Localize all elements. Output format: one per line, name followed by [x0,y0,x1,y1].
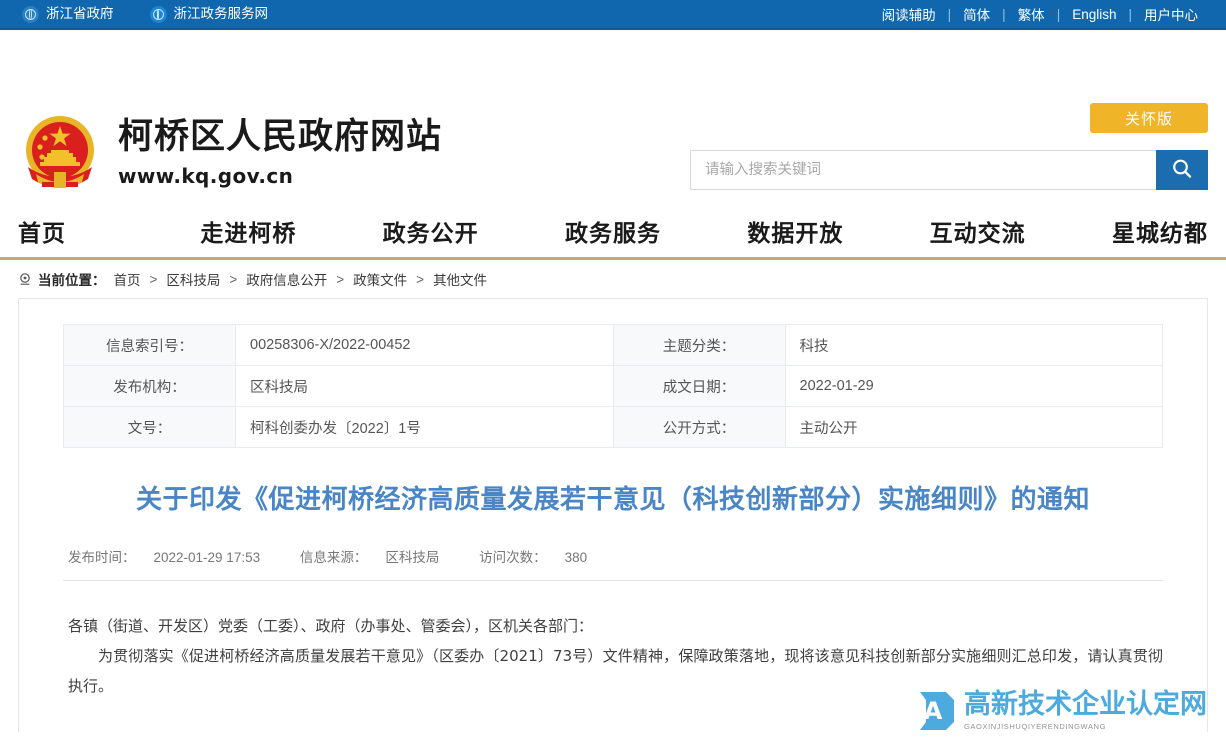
info-label-disclosure-method: 公开方式： [612,406,786,448]
main-navigation: 首页 走进柯桥 政务公开 政务服务 数据开放 互动交流 星城纺都 [0,205,1226,260]
info-label-issuing-agency: 发布机构： [63,365,236,407]
nav-item-home[interactable]: 首页 [18,214,200,248]
info-label-index-number: 信息索引号： [63,324,236,366]
top-link-zhejiang-gov[interactable]: 浙江省政府 [22,5,114,23]
meta-publish-time: 发布时间： 2022-01-29 17:53 [68,549,261,565]
breadcrumb-item-sti-bureau[interactable]: 区科技局 [166,269,220,289]
nav-item-about-keqiao[interactable]: 走进柯桥 [200,214,382,248]
globe-icon [22,5,39,23]
top-link-reading-aid[interactable]: 阅读辅助 [870,4,948,24]
top-link-zhejiang-service[interactable]: 浙江政务服务网 [149,5,269,23]
info-value-document-date: 2022-01-29 [784,365,1163,407]
top-link-simplified[interactable]: 简体 [951,4,1002,24]
breadcrumb-item-policy-docs[interactable]: 政策文件 [353,269,407,289]
info-value-disclosure-method: 主动公开 [784,406,1163,448]
table-row: 文号： 柯科创委办发〔2022〕1号 公开方式： 主动公开 [63,406,1163,448]
content-card-inner: 信息索引号： 00258306-X/2022-00452 主题分类： 科技 发布… [19,299,1207,701]
search-input[interactable] [690,150,1156,190]
info-label-document-number: 文号： [63,406,236,448]
breadcrumb-arrow: > [229,271,238,287]
meta-source: 信息来源： 区科技局 [299,549,440,565]
top-link-label: 浙江省政府 [46,6,114,22]
breadcrumb-arrow: > [336,271,345,287]
top-link-user-center[interactable]: 用户中心 [1132,4,1210,24]
top-link-traditional[interactable]: 繁体 [1006,4,1057,24]
nav-item-government-affairs[interactable]: 政务公开 [383,214,565,248]
top-bar-right-links: 阅读辅助 | 简体 | 繁体 | English | 用户中心 [870,4,1210,24]
breadcrumb-item-other-docs[interactable]: 其他文件 [433,269,487,289]
nav-item-government-services[interactable]: 政务服务 [565,214,747,248]
content-card: 信息索引号： 00258306-X/2022-00452 主题分类： 科技 发布… [18,298,1208,732]
site-header: 柯桥区人民政府网站 www.kq.gov.cn 关怀版 [0,30,1226,205]
svg-text:A: A [924,697,943,725]
nav-item-textile-city[interactable]: 星城纺都 [1112,214,1208,248]
document-info-table: 信息索引号： 00258306-X/2022-00452 主题分类： 科技 发布… [63,324,1163,448]
info-value-document-number: 柯科创委办发〔2022〕1号 [235,406,614,448]
search-button[interactable] [1156,150,1208,190]
location-pin-icon [18,272,32,286]
meta-views: 访问次数： 380 [479,549,588,565]
document-body: 各镇（街道、开发区）党委（工委）、政府（办事处、管委会），区机关各部门： 为贯彻… [63,611,1163,701]
nav-item-open-data[interactable]: 数据开放 [747,214,929,248]
info-value-issuing-agency: 区科技局 [235,365,614,407]
site-brand[interactable]: 柯桥区人民政府网站 www.kq.gov.cn [20,112,442,194]
table-row: 信息索引号： 00258306-X/2022-00452 主题分类： 科技 [63,324,1163,366]
top-link-english[interactable]: English [1060,7,1128,22]
breadcrumb-item-info-disclosure[interactable]: 政府信息公开 [246,269,327,289]
search-icon [1170,157,1194,184]
body-paragraph-salutation: 各镇（街道、开发区）党委（工委）、政府（办事处、管委会），区机关各部门： [68,616,594,635]
info-value-subject-category: 科技 [784,324,1163,366]
top-bar-left-links: 浙江省政府 浙江政务服务网 [22,5,269,23]
page-title: 关于印发《促进柯桥经济高质量发展若干意见（科技创新部分）实施细则》的通知 [135,485,1090,515]
care-version-button[interactable]: 关怀版 [1090,103,1208,133]
nav-item-interaction[interactable]: 互动交流 [930,214,1112,248]
info-label-document-date: 成文日期： [612,365,786,407]
breadcrumb: 当前位置： 首页 > 区科技局 > 政府信息公开 > 政策文件 > 其他文件 [0,260,1226,298]
breadcrumb-label: 当前位置： [38,273,106,288]
top-link-label: 浙江政务服务网 [173,6,269,22]
document-meta: 发布时间： 2022-01-29 17:53 信息来源： 区科技局 访问次数： 380 [63,546,1163,566]
search-box [690,150,1208,190]
breadcrumb-arrow: > [149,271,158,287]
brand-text-block: 柯桥区人民政府网站 www.kq.gov.cn [118,117,443,188]
site-url: www.kq.gov.cn [118,164,294,188]
national-emblem-icon [20,112,100,194]
meta-divider [63,579,1163,581]
top-bar: 浙江省政府 浙江政务服务网 阅读辅助 | 简体 | 繁体 | English |… [0,0,1226,30]
table-row: 发布机构： 区科技局 成文日期： 2022-01-29 [63,365,1163,407]
site-title: 柯桥区人民政府网站 [118,117,443,157]
breadcrumb-item-home[interactable]: 首页 [114,269,141,289]
info-label-subject-category: 主题分类： [612,324,786,366]
globe-icon [149,5,167,23]
breadcrumb-arrow: > [416,271,425,287]
body-paragraph-1: 为贯彻落实《促进柯桥经济高质量发展若干意见》（区委办〔2021〕73号）文件精神… [68,646,1163,695]
info-value-index-number: 00258306-X/2022-00452 [235,324,614,366]
watermark-sub-text: GAOXINJISHUQIYERENDINGWANG [964,722,1107,731]
